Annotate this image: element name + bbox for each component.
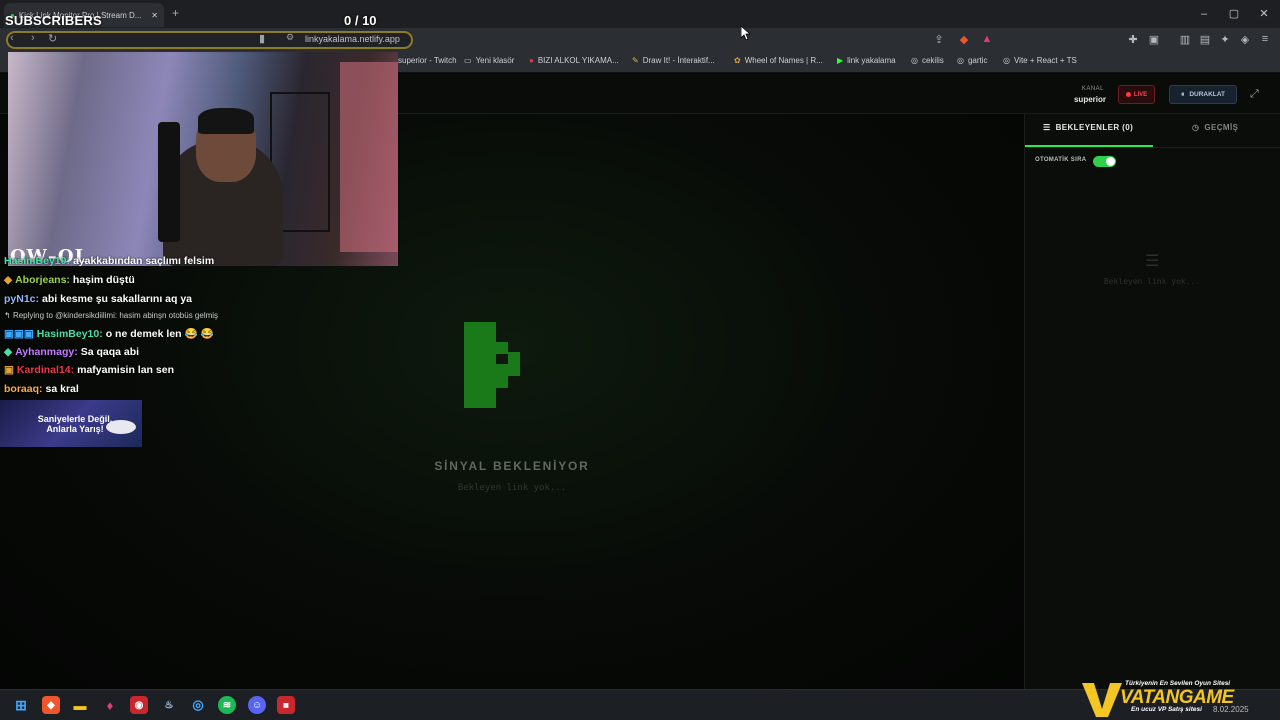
signal-substatus: Bekleyen link yok... <box>457 483 567 493</box>
share-icon[interactable]: ⇪ <box>932 33 946 46</box>
pause-icon: ⏸ <box>1181 90 1185 98</box>
favicon-icon: ✎ <box>632 56 639 65</box>
radiator <box>340 62 398 252</box>
chat-message: ▣▣▣ HasimBey10: o ne demek len 😂 😂 <box>4 328 214 340</box>
channel-label: KANAL <box>1081 86 1104 92</box>
badge-icon: ◆ <box>4 346 13 358</box>
forward-icon[interactable]: › <box>31 32 35 44</box>
badge-icon: ▣ <box>4 364 14 376</box>
tab-close-icon[interactable]: ✕ <box>151 11 158 20</box>
wallet-icon[interactable]: ▤ <box>1198 33 1212 46</box>
favicon-icon: ✿ <box>734 56 741 65</box>
file-explorer-icon[interactable]: ▬ <box>71 696 89 714</box>
auto-queue-toggle[interactable] <box>1093 156 1116 167</box>
bookmark-item[interactable]: ◎ cekilis <box>911 56 944 65</box>
clock-icon: ◷ <box>1192 123 1200 132</box>
bookmark-item[interactable]: superior - Twitch <box>398 56 457 65</box>
chat-message: HasimBey10: ayakkabından saçlımı felsim <box>4 255 215 267</box>
reload-icon[interactable]: ↻ <box>48 32 57 45</box>
bookmark-item[interactable]: ● BIZI ALKOL YIKAMA... <box>529 56 619 65</box>
live-badge: LIVE <box>1118 85 1155 104</box>
brave-icon[interactable]: ◆ <box>42 696 60 714</box>
reply-icon: ↰ <box>4 311 13 320</box>
auto-queue-label: OTOMATİK SIRA <box>1035 157 1087 163</box>
chat-message: ◆ Aborjeans: haşim düştü <box>4 274 135 286</box>
queue-sidebar <box>1024 114 1280 689</box>
brave-rewards-icon[interactable]: ▲ <box>980 33 994 45</box>
bookmark-folder[interactable]: ▭ Yeni klasör <box>464 56 514 65</box>
chat-message: ▣ Kardinal14: mafyamisin lan sen <box>4 364 174 376</box>
chair <box>158 122 180 242</box>
bookmark-item[interactable]: ◎ gartic <box>957 56 988 65</box>
bookmark-icon[interactable]: ▮ <box>259 32 265 45</box>
webcam-overlay <box>8 52 398 266</box>
menu-icon[interactable]: ≡ <box>1258 33 1272 45</box>
vatangame-tagline: Türkiyenin En Sevilen Oyun Sitesi <box>1125 680 1231 687</box>
pause-button[interactable]: ⏸ DURAKLAT <box>1169 85 1237 104</box>
bookmark-item[interactable]: ◎ Vite + React + TS <box>1003 56 1077 65</box>
divider <box>1025 147 1280 148</box>
favicon-icon: ● <box>529 56 534 65</box>
tab-waiting[interactable]: ☰ BEKLEYENLER (0) <box>1043 123 1133 132</box>
badge-icon: ▣▣▣ <box>4 328 34 340</box>
sponsor-banner: Saniyelerle Değil, Anlarla Yarış! <box>0 400 142 447</box>
vatangame-subline: En ucuz VP Satış sitesi <box>1131 706 1202 713</box>
back-icon[interactable]: ‹ <box>10 32 14 44</box>
chat-reply: ↰ Replying to @kindersikdiilimi: hasim a… <box>4 311 219 320</box>
list-icon: ☰ <box>1043 123 1051 132</box>
windows-start-icon[interactable]: ⊞ <box>12 696 30 714</box>
tab-search-icon[interactable]: ▣ <box>1147 33 1161 46</box>
tab-history[interactable]: ◷ GEÇMİŞ <box>1192 123 1238 132</box>
bookmark-item[interactable]: ▶ link yakalama <box>837 56 896 65</box>
globe-icon: ◎ <box>911 56 918 65</box>
brave-shield-icon[interactable]: ◆ <box>957 33 971 46</box>
channel-name: superior <box>1073 95 1106 104</box>
vpn-icon[interactable]: ◈ <box>1238 33 1252 46</box>
favicon-icon: ▶ <box>837 56 844 65</box>
bookmark-item[interactable]: ✿ Wheel of Names | R... <box>734 56 823 65</box>
subscriber-counter: 0 / 10 <box>344 13 377 28</box>
live-dot-icon <box>1125 92 1131 97</box>
globe-icon: ◎ <box>957 56 964 65</box>
leo-ai-icon[interactable]: ✦ <box>1218 33 1232 46</box>
app-icon[interactable]: ▦ <box>277 696 295 714</box>
chat-message: ◆ Ayhanmagy: Sa qaqa abi <box>4 346 140 358</box>
pin-app-icon[interactable]: ♦ <box>101 696 119 714</box>
maximize-icon[interactable]: ▢ <box>1226 6 1242 22</box>
kick-logo-icon <box>464 322 520 408</box>
sidebar-toggle-icon[interactable]: ▥ <box>1178 33 1192 46</box>
app-icon[interactable]: ◉ <box>130 696 148 714</box>
browser-tab-bar <box>0 0 1280 28</box>
extensions-icon[interactable]: ✚ <box>1126 33 1140 46</box>
mouse-image <box>106 420 136 434</box>
bookmark-item[interactable]: ✎ Draw It! - İnteraktif... <box>632 56 715 65</box>
chat-message: pyN1c: abi kesme şu sakallarını aq ya <box>4 293 193 305</box>
app-icon[interactable]: ◎ <box>189 696 207 714</box>
window-close-icon[interactable]: ✕ <box>1256 6 1272 22</box>
new-tab-icon[interactable]: + <box>172 6 179 20</box>
steam-icon[interactable]: ♨ <box>160 696 178 714</box>
mouse-cursor-icon <box>741 26 751 40</box>
empty-list-icon: ☰ <box>1145 253 1160 270</box>
discord-icon[interactable]: ☺ <box>248 696 266 714</box>
badge-icon: ◆ <box>4 274 13 286</box>
globe-icon: ◎ <box>1003 56 1010 65</box>
site-info-icon[interactable]: ⚙ <box>286 32 294 43</box>
spotify-icon[interactable]: ≋ <box>218 696 236 714</box>
streamer-hair <box>198 108 254 134</box>
empty-queue-text: Bekleyen link yok... <box>1103 277 1201 286</box>
folder-icon: ▭ <box>464 56 472 65</box>
minimize-icon[interactable]: – <box>1196 6 1212 22</box>
chat-message: boraaq: sa kral <box>4 383 79 395</box>
taskbar-date: 8.02.2025 <box>1213 705 1249 714</box>
url-text[interactable]: linkyakalama.netlify.app <box>305 34 400 44</box>
external-link-icon[interactable]: ⤢ <box>1250 88 1259 101</box>
toggle-knob <box>1106 157 1115 166</box>
signal-status: SİNYAL BEKLENİYOR <box>434 459 590 473</box>
subscribers-label: SUBSCRIBERS <box>5 13 102 28</box>
